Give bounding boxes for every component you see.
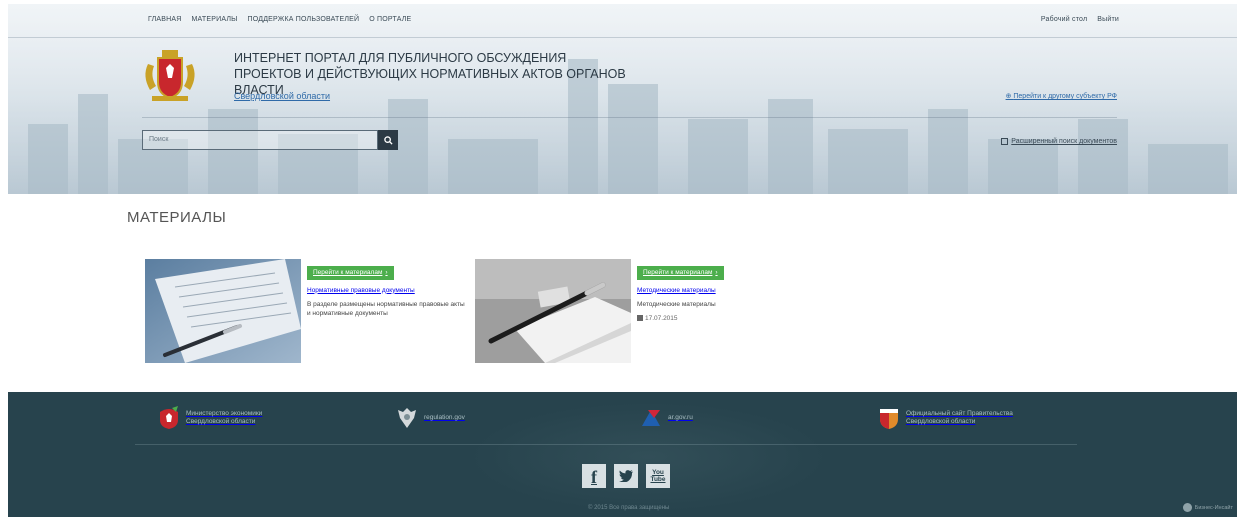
footer-link-ar[interactable]: ar.gov.ru bbox=[640, 406, 693, 430]
footer-link-ministry[interactable]: Министерство экономики Свердловской обла… bbox=[158, 406, 296, 430]
footer-link-label: regulation.gov bbox=[424, 414, 465, 421]
nav-link-about[interactable]: О ПОРТАЛЕ bbox=[369, 16, 411, 23]
document-icon bbox=[1001, 138, 1009, 145]
youtube-icon[interactable]: You Tube bbox=[646, 464, 670, 488]
footer-link-government[interactable]: Официальный сайт Правительства Свердловс… bbox=[878, 406, 1036, 430]
search-icon bbox=[383, 135, 393, 145]
card-date-value: 17.07.2015 bbox=[645, 314, 678, 322]
goto-materials-label: Перейти к материалам bbox=[643, 269, 713, 276]
russia-eagle-icon bbox=[396, 406, 418, 430]
twitter-icon[interactable] bbox=[614, 464, 638, 488]
counter-logo-icon bbox=[1182, 503, 1192, 512]
card-category-link[interactable]: Нормативные правовые документы bbox=[307, 287, 415, 294]
ministry-emblem-icon bbox=[158, 406, 180, 430]
card-description: Методические материалы bbox=[637, 300, 716, 308]
search-input[interactable]: Поиск bbox=[142, 130, 378, 150]
card-date: 17.07.2015 bbox=[637, 315, 797, 322]
facebook-icon[interactable]: f bbox=[582, 464, 606, 488]
stats-counter[interactable]: Бизнес-Инсайт bbox=[1182, 503, 1233, 512]
coat-of-arms-icon[interactable] bbox=[142, 46, 198, 106]
card-description: В разделе размещены нормативные правовые… bbox=[307, 300, 465, 317]
region-link[interactable]: Свердловской области bbox=[234, 91, 330, 101]
page-title: МАТЕРИАЛЫ bbox=[127, 209, 227, 226]
advanced-search-link[interactable]: Расширенный поиск документов bbox=[1001, 138, 1117, 145]
footer-link-label: Министерство экономики Свердловской обла… bbox=[186, 410, 263, 425]
footer-link-regulation[interactable]: regulation.gov bbox=[396, 406, 465, 430]
goto-materials-button[interactable]: Перейти к материалам › bbox=[637, 265, 724, 280]
footer: Министерство экономики Свердловской обла… bbox=[8, 392, 1237, 517]
paper-stack-pen-image[interactable] bbox=[475, 259, 631, 363]
ar-logo-icon bbox=[640, 406, 662, 430]
goto-materials-label: Перейти к материалам bbox=[313, 269, 383, 276]
goto-materials-button[interactable]: Перейти к материалам › bbox=[307, 265, 394, 280]
header-hero: ГЛАВНАЯ МАТЕРИАЛЫ ПОДДЕРЖКА ПОЛЬЗОВАТЕЛЕ… bbox=[8, 4, 1237, 194]
top-navigation: ГЛАВНАЯ МАТЕРИАЛЫ ПОДДЕРЖКА ПОЛЬЗОВАТЕЛЕ… bbox=[8, 4, 1237, 38]
search-bar: Поиск bbox=[142, 130, 398, 150]
government-shield-icon bbox=[878, 406, 900, 430]
copyright-text: © 2015 Все права защищены bbox=[588, 505, 670, 511]
footer-link-label: ar.gov.ru bbox=[668, 414, 693, 421]
card-category-link[interactable]: Методические материалы bbox=[637, 287, 716, 294]
desktop-link[interactable]: Рабочий стол bbox=[1041, 16, 1087, 23]
counter-label: Бизнес-Инсайт bbox=[1194, 504, 1233, 511]
footer-link-label: Официальный сайт Правительства Свердловс… bbox=[906, 410, 1013, 425]
documents-pen-image[interactable] bbox=[145, 259, 301, 363]
chevron-right-icon: › bbox=[715, 269, 718, 276]
page: ГЛАВНАЯ МАТЕРИАЛЫ ПОДДЕРЖКА ПОЛЬЗОВАТЕЛЕ… bbox=[0, 0, 1245, 517]
chevron-right-icon: › bbox=[385, 269, 388, 276]
other-subject-label: Перейти к другому субъекту РФ bbox=[1013, 93, 1117, 100]
search-button[interactable] bbox=[378, 130, 398, 150]
logout-link[interactable]: Выйти bbox=[1097, 16, 1119, 23]
nav-link-materials[interactable]: МАТЕРИАЛЫ bbox=[192, 16, 238, 23]
nav-link-support[interactable]: ПОДДЕРЖКА ПОЛЬЗОВАТЕЛЕЙ bbox=[248, 16, 360, 23]
social-links: f You Tube bbox=[582, 464, 670, 488]
calendar-icon bbox=[637, 315, 643, 321]
other-subject-link[interactable]: ⊕ Перейти к другому субъекту РФ bbox=[1006, 92, 1117, 100]
nav-link-home[interactable]: ГЛАВНАЯ bbox=[148, 16, 182, 23]
advanced-search-label: Расширенный поиск документов bbox=[1011, 138, 1117, 145]
